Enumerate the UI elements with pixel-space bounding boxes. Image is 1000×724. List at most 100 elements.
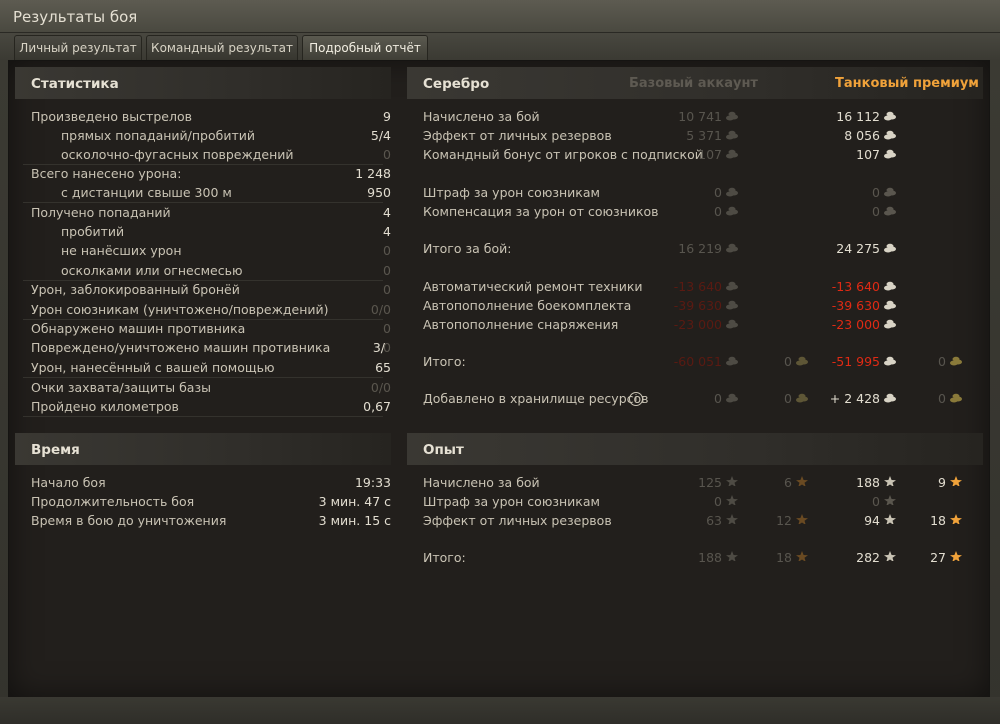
exp-label: Начислено за бой	[423, 475, 540, 490]
premium-free-exp-value: 9	[938, 475, 946, 490]
battle-results-window: Результаты боя Личный результат Командны…	[0, 0, 1000, 724]
base-silver-value: 107	[698, 147, 722, 162]
stat-value: 5/4	[370, 128, 391, 143]
free-exp-star-icon	[796, 476, 808, 486]
base-free-exp-value: 12	[776, 513, 792, 528]
time-value: 3 мин. 15 с	[318, 513, 391, 528]
gold-coin-icon	[950, 356, 962, 366]
free-exp-star-icon	[796, 514, 808, 524]
experience-title: Опыт	[423, 442, 464, 458]
silver-coin-icon	[726, 300, 738, 310]
stat-label: Получено попаданий	[31, 205, 171, 220]
silver-coin-icon	[884, 281, 896, 291]
stat-value: 65	[375, 360, 391, 375]
stat-label: Урон союзникам (уничтожено/повреждений)	[31, 302, 329, 317]
silver-row: Компенсация за урон от союзников 0 0	[407, 202, 983, 221]
premium-silver-value: -23 000	[831, 317, 880, 332]
premium-silver-value: 24 275	[836, 241, 880, 256]
stat-row: Обнаружено машин противника 0	[15, 319, 391, 338]
stat-label: Обнаружено машин противника	[31, 321, 246, 336]
stat-row: Урон союзникам (уничтожено/повреждений) 0…	[15, 300, 391, 319]
time-row: Продолжительность боя 3 мин. 47 с	[15, 492, 391, 511]
info-icon[interactable]: i	[629, 392, 643, 406]
stat-row: Получено попаданий 4	[15, 203, 391, 222]
silver-row: Штраф за урон союзникам 0 0	[407, 183, 983, 202]
time-label: Продолжительность боя	[31, 494, 195, 509]
tank-premium-header: Танковый премиум	[835, 76, 979, 91]
stat-row: Всего нанесено урона: 1 248	[15, 164, 391, 183]
stat-value: 950	[367, 185, 391, 200]
row-separator	[23, 416, 383, 417]
stat-row: пробитий 4	[15, 222, 391, 241]
base-gold-value: 0	[784, 391, 792, 406]
stat-label: не нанёсших урон	[61, 243, 182, 258]
exp-star-icon	[884, 514, 896, 524]
report-content: Статистика Произведено выстрелов 9 прямых …	[8, 60, 990, 698]
stat-value: 0	[383, 243, 391, 258]
silver-row: Автопополнение боекомплекта -39 630 -39 63…	[407, 296, 983, 315]
stat-label: Всего нанесено урона:	[31, 166, 182, 181]
tab-team-result[interactable]: Командный результат	[146, 35, 298, 60]
silver-coin-icon	[884, 393, 896, 403]
premium-exp-value: 0	[872, 494, 880, 509]
premium-free-exp-value: 18	[930, 513, 946, 528]
stat-value: 0,67	[363, 399, 391, 414]
premium-gold-value: 0	[938, 391, 946, 406]
stat-label: Очки захвата/защиты базы	[31, 380, 211, 395]
silver-coin-icon	[726, 319, 738, 329]
base-exp-value: 188	[698, 550, 722, 565]
free-exp-star-icon	[796, 551, 808, 561]
exp-label: Штраф за урон союзникам	[423, 494, 600, 509]
base-silver-value: 0	[714, 204, 722, 219]
tab-detailed-report[interactable]: Подробный отчёт	[302, 35, 428, 61]
stat-row: осколками или огнесмесью 0	[15, 261, 391, 280]
stat-value: 0	[383, 321, 391, 336]
stat-label: с дистанции свыше 300 м	[61, 185, 232, 200]
stat-label: Урон, заблокированный бронёй	[31, 282, 240, 297]
premium-silver-value: 16 112	[836, 109, 880, 124]
stat-value: 0	[383, 263, 391, 278]
silver-coin-icon	[726, 206, 738, 216]
base-silver-value: 16 219	[678, 241, 722, 256]
bottom-strip	[0, 697, 1000, 724]
time-row: Начало боя 19:33	[15, 473, 391, 492]
silver-title: Серебро	[423, 76, 490, 92]
gold-coin-icon	[950, 393, 962, 403]
silver-label: Командный бонус от игроков с подпиской	[423, 147, 703, 162]
silver-coin-icon	[884, 149, 896, 159]
stat-row: Урон, заблокированный бронёй 0	[15, 280, 391, 299]
stat-value: 0/0	[370, 380, 391, 395]
stat-value-secondary: 0	[383, 340, 391, 355]
silver-label: Эффект от личных резервов	[423, 128, 612, 143]
silver-coin-icon	[726, 356, 738, 366]
base-silver-value: -60 051	[673, 354, 722, 369]
title-bar: Результаты боя	[0, 0, 1000, 33]
stat-label: пробитий	[61, 224, 125, 239]
silver-coin-icon	[726, 393, 738, 403]
stat-label: Произведено выстрелов	[31, 109, 192, 124]
stat-row: с дистанции свыше 300 м 950	[15, 183, 391, 202]
silver-coin-icon	[726, 281, 738, 291]
stat-row: Урон, нанесённый с вашей помощью 65	[15, 358, 391, 377]
base-silver-value: 0	[714, 185, 722, 200]
base-silver-value: -13 640	[673, 279, 722, 294]
base-silver-value: -23 000	[673, 317, 722, 332]
silver-coin-icon	[884, 356, 896, 366]
base-silver-value: 10 741	[678, 109, 722, 124]
experience-panel: Опыт Начислено за бой 125 6 188 9 Штраф за ур…	[407, 433, 983, 573]
stat-label: Пройдено километров	[31, 399, 179, 414]
silver-label: Итого:	[423, 354, 466, 369]
silver-row: Командный бонус от игроков с подпиской 10…	[407, 145, 983, 164]
time-title: Время	[31, 442, 80, 458]
silver-row: Автоматический ремонт техники -13 640 -13 …	[407, 277, 983, 296]
silver-row: Начислено за бой 10 741 16 112	[407, 107, 983, 126]
exp-star-icon	[726, 476, 738, 486]
base-account-header: Базовый аккаунт	[629, 76, 758, 91]
stat-label: прямых попаданий/пробитий	[61, 128, 256, 143]
tab-personal-result[interactable]: Личный результат	[14, 35, 142, 60]
time-value: 3 мин. 47 с	[318, 494, 391, 509]
silver-label: Начислено за бой	[423, 109, 540, 124]
silver-coin-icon	[884, 243, 896, 253]
premium-silver-value: -13 640	[831, 279, 880, 294]
premium-silver-value: 107	[856, 147, 880, 162]
